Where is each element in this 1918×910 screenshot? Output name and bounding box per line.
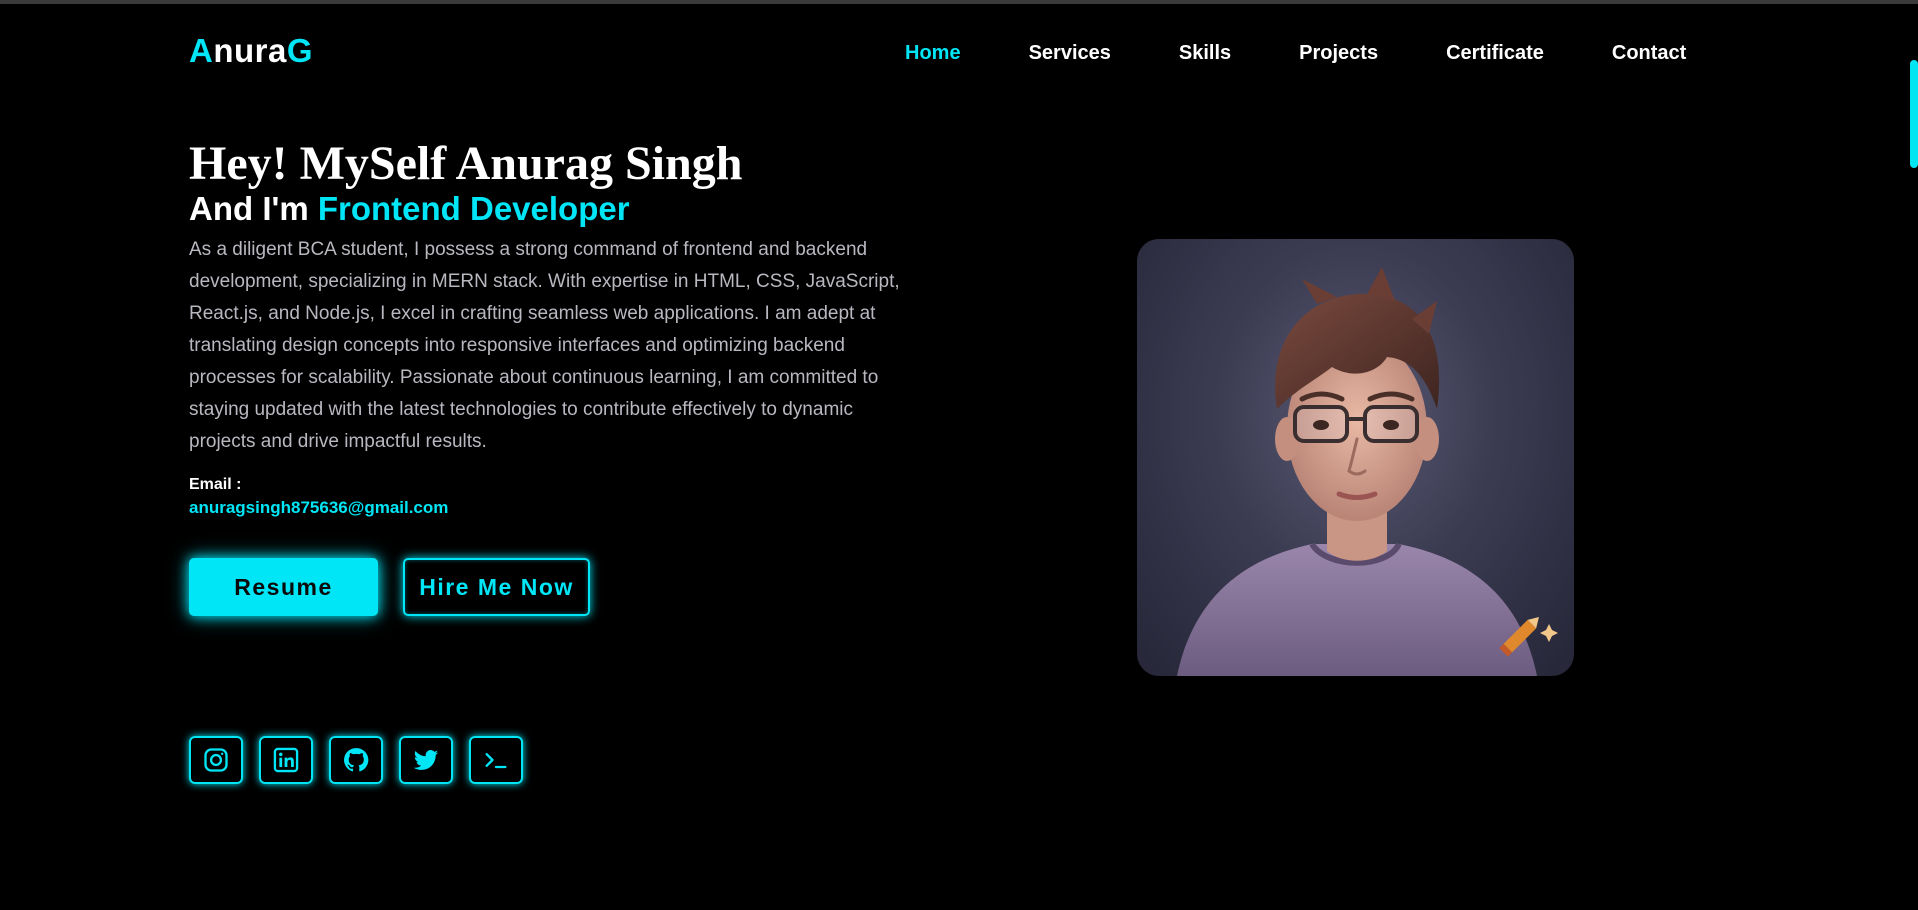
site-logo[interactable]: AnuraG — [189, 32, 313, 70]
nav-certificate[interactable]: Certificate — [1446, 42, 1544, 65]
hero-subtitle: And I'm Frontend Developer — [189, 190, 630, 228]
github-link[interactable] — [329, 736, 383, 784]
nav-contact[interactable]: Contact — [1612, 42, 1686, 65]
hero-subtitle-prefix: And I'm — [189, 190, 318, 227]
nav-projects[interactable]: Projects — [1299, 42, 1378, 65]
linkedin-link[interactable] — [259, 736, 313, 784]
twitter-icon — [413, 750, 439, 770]
window-top-border — [0, 0, 1918, 4]
nav-services[interactable]: Services — [1029, 42, 1111, 65]
email-link[interactable]: anuragsingh875636@gmail.com — [189, 498, 448, 518]
logo-letter-first: A — [189, 32, 214, 69]
nav-skills[interactable]: Skills — [1179, 42, 1231, 65]
terminal-icon — [485, 753, 507, 769]
nav-home[interactable]: Home — [905, 42, 961, 65]
hero-role: Frontend Developer — [317, 190, 630, 227]
social-links — [189, 736, 539, 784]
main-nav: Home Services Skills Projects Certificat… — [905, 42, 1686, 65]
instagram-icon — [204, 748, 228, 772]
scrollbar-thumb[interactable] — [1910, 60, 1918, 168]
logo-letter-last: G — [286, 32, 314, 69]
email-label: Email : — [189, 476, 242, 493]
terminal-link[interactable] — [469, 736, 523, 784]
hire-me-button[interactable]: Hire Me Now — [403, 558, 590, 616]
instagram-link[interactable] — [189, 736, 243, 784]
profile-avatar — [1137, 239, 1574, 676]
profile-illustration — [1177, 267, 1558, 676]
linkedin-icon — [273, 747, 299, 773]
hero-description: As a diligent BCA student, I possess a s… — [189, 239, 900, 452]
resume-button[interactable]: Resume — [189, 558, 378, 616]
twitter-link[interactable] — [399, 736, 453, 784]
hero-title: Hey! MySelf Anurag Singh — [189, 137, 743, 190]
logo-letters-middle: nura — [213, 32, 287, 69]
github-icon — [344, 748, 369, 772]
